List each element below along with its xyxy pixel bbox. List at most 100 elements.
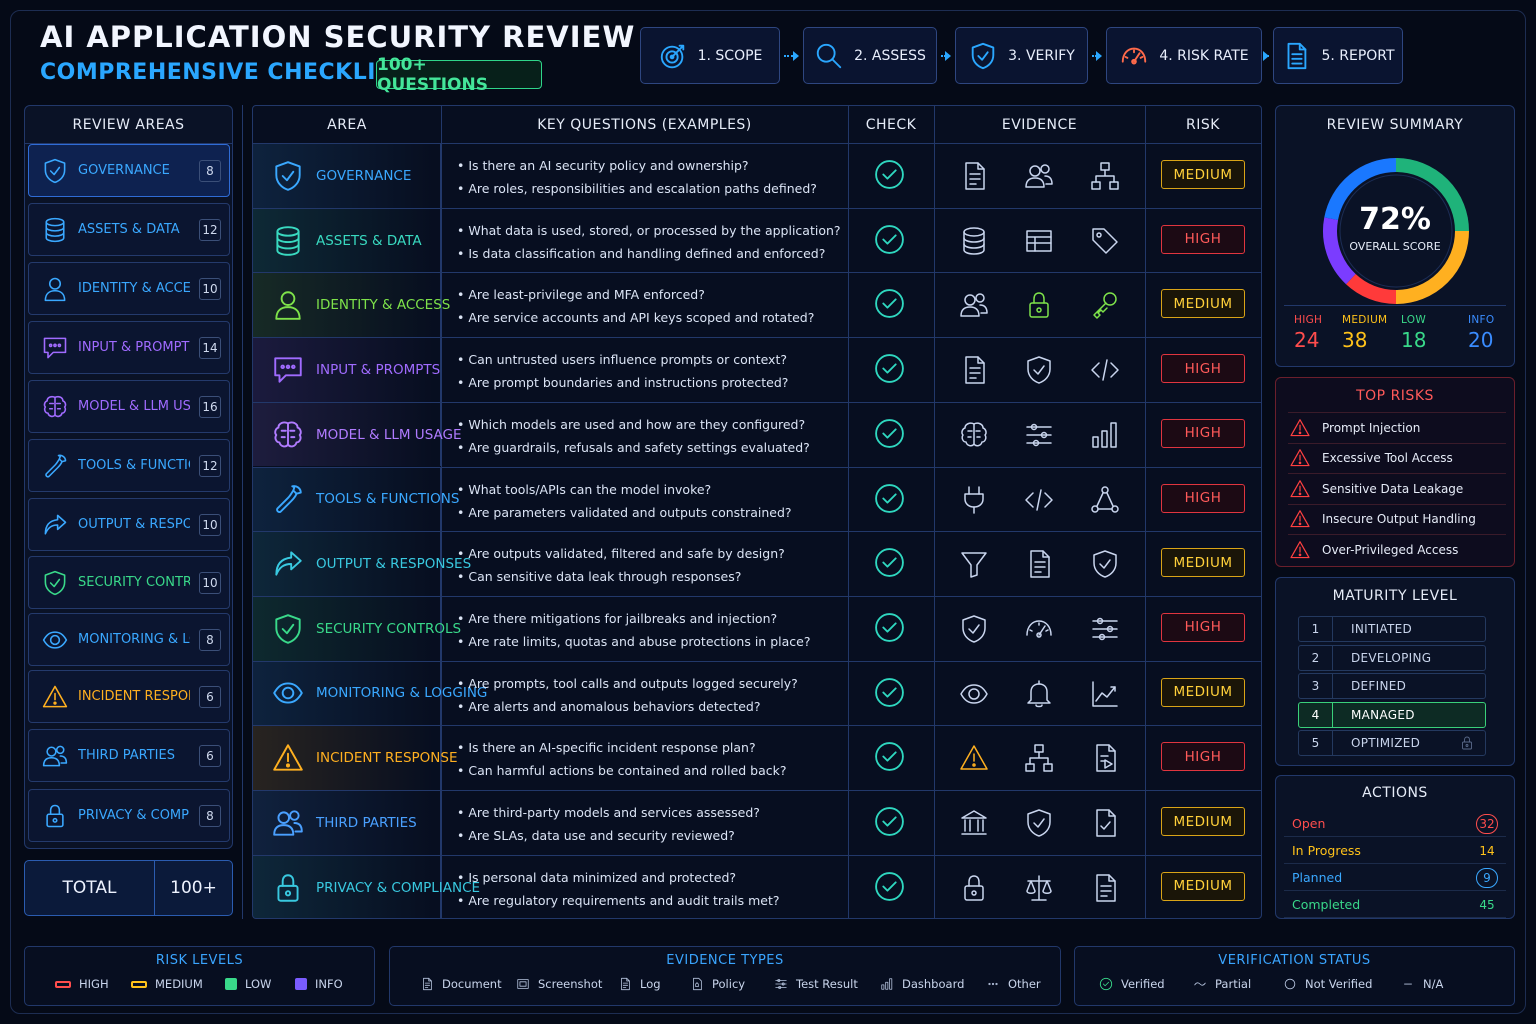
shield-check-icon — [1027, 356, 1051, 384]
action-row-in-progress[interactable]: In Progress 14 — [1284, 838, 1506, 864]
sidebar-item-tools-functions[interactable]: TOOLS & FUNCTIONS 12 — [28, 439, 230, 492]
top-risk-item[interactable]: Over-Privileged Access — [1288, 534, 1506, 564]
top-risk-item[interactable]: Sensitive Data Leakage — [1288, 473, 1506, 503]
check-toggle[interactable] — [873, 287, 906, 320]
sidebar-item-input-prompts[interactable]: INPUT & PROMPTS 14 — [28, 321, 230, 374]
maturity-level-5[interactable]: 5 OPTIMIZED — [1298, 730, 1486, 756]
check-toggle[interactable] — [873, 158, 906, 191]
step-3[interactable]: 3. VERIFY — [955, 27, 1088, 84]
check-toggle[interactable] — [873, 870, 906, 903]
top-risk-item[interactable]: Excessive Tool Access — [1288, 442, 1506, 473]
action-row-open[interactable]: Open 32 — [1284, 811, 1506, 837]
document-icon — [1030, 550, 1050, 578]
sidebar-item-incident-response[interactable]: INCIDENT RESPONSE 6 — [28, 670, 230, 723]
evidence-item[interactable] — [1023, 678, 1055, 710]
tag-icon — [1092, 227, 1118, 254]
check-toggle[interactable] — [873, 676, 906, 709]
table-row[interactable]: PRIVACY & COMPLIANCE • Is personal data m… — [253, 854, 1261, 918]
evidence-item[interactable] — [1089, 742, 1121, 774]
check-toggle[interactable] — [873, 546, 906, 579]
evidence-item[interactable] — [1023, 742, 1055, 774]
step-4[interactable]: 4. RISK RATE — [1106, 27, 1262, 84]
evidence-item[interactable] — [958, 742, 990, 774]
sidebar-item-security-controls[interactable]: SECURITY CONTROLS 10 — [28, 556, 230, 609]
table-row[interactable]: SECURITY CONTROLS • Are there mitigations… — [253, 595, 1261, 661]
action-row-planned[interactable]: Planned 9 — [1284, 865, 1506, 891]
check-toggle[interactable] — [873, 417, 906, 450]
evidence-item[interactable] — [1089, 419, 1121, 451]
evidence-item[interactable] — [958, 872, 990, 904]
evidence-item[interactable] — [1023, 160, 1055, 192]
evidence-item[interactable] — [1089, 872, 1121, 904]
table-row[interactable]: IDENTITY & ACCESS • Are least-privilege a… — [253, 272, 1261, 338]
evidence-item[interactable] — [1089, 807, 1121, 839]
table-row[interactable]: THIRD PARTIES • Are third-party models an… — [253, 790, 1261, 855]
table-row[interactable]: INCIDENT RESPONSE • Is there an AI-specif… — [253, 725, 1261, 790]
evidence-item[interactable] — [1023, 548, 1055, 580]
evidence-item[interactable] — [1089, 678, 1121, 710]
sidebar-item-assets-data[interactable]: ASSETS & DATA 12 — [28, 203, 230, 256]
check-toggle[interactable] — [873, 805, 906, 838]
risk-badge: HIGH — [1161, 418, 1245, 448]
table-row[interactable]: TOOLS & FUNCTIONS • What tools/APIs can t… — [253, 466, 1261, 532]
step-label: 3. VERIFY — [1008, 47, 1075, 64]
evidence-item[interactable] — [1023, 613, 1055, 645]
evidence-item[interactable] — [958, 354, 990, 386]
evidence-item[interactable] — [1023, 225, 1055, 257]
evidence-item[interactable] — [958, 160, 990, 192]
action-row-completed[interactable]: Completed 45 — [1284, 892, 1506, 918]
sidebar-item-model-llm-usage[interactable]: MODEL & LLM USAGE 16 — [28, 380, 230, 433]
sidebar-item-governance[interactable]: GOVERNANCE 8 — [28, 144, 230, 197]
table-row[interactable]: INPUT & PROMPTS • Can untrusted users inf… — [253, 337, 1261, 402]
evidence-item[interactable] — [958, 548, 990, 580]
evidence-item[interactable] — [1023, 484, 1055, 516]
table-row[interactable]: OUTPUT & RESPONSES • Are outputs validate… — [253, 531, 1261, 596]
document-check-icon — [1096, 809, 1116, 837]
maturity-level-3[interactable]: 3 DEFINED — [1298, 673, 1486, 699]
check-toggle[interactable] — [873, 352, 906, 385]
table-row[interactable]: ASSETS & DATA • What data is used, stored… — [253, 207, 1261, 273]
evidence-item[interactable] — [1089, 289, 1121, 321]
evidence-item[interactable] — [958, 613, 990, 645]
step-5[interactable]: 5. REPORT — [1273, 27, 1403, 84]
sidebar-item-privacy-compliance[interactable]: PRIVACY & COMPLIANCE 8 — [28, 789, 230, 842]
evidence-item[interactable] — [1089, 160, 1121, 192]
check-toggle[interactable] — [873, 740, 906, 773]
top-risk-item[interactable]: Insecure Output Handling — [1288, 503, 1506, 534]
evidence-item[interactable] — [958, 484, 990, 516]
step-arrow — [1263, 51, 1269, 61]
sidebar-item-third-parties[interactable]: THIRD PARTIES 6 — [28, 729, 230, 782]
evidence-item[interactable] — [1089, 225, 1121, 257]
evidence-item[interactable] — [1023, 807, 1055, 839]
evidence-item[interactable] — [958, 678, 990, 710]
table-row[interactable]: MODEL & LLM USAGE • Which models are used… — [253, 401, 1261, 467]
evidence-item[interactable] — [1089, 484, 1121, 516]
check-toggle[interactable] — [873, 611, 906, 644]
evidence-item[interactable] — [1023, 419, 1055, 451]
evidence-item[interactable] — [1023, 354, 1055, 386]
maturity-level-1[interactable]: 1 INITIATED — [1298, 616, 1486, 642]
maturity-level-4[interactable]: 4 MANAGED — [1298, 701, 1486, 728]
evidence-item[interactable] — [958, 807, 990, 839]
maturity-level-2[interactable]: 2 DEVELOPING — [1298, 644, 1486, 671]
sidebar-item-output-responses[interactable]: OUTPUT & RESPONSES 10 — [28, 498, 230, 551]
check-toggle[interactable] — [873, 482, 906, 515]
action-count: 45 — [1479, 897, 1495, 912]
evidence-item[interactable] — [1023, 289, 1055, 321]
top-risk-item[interactable]: Prompt Injection — [1288, 412, 1506, 442]
check-toggle[interactable] — [873, 223, 906, 256]
evidence-item[interactable] — [958, 225, 990, 257]
evidence-item[interactable] — [958, 419, 990, 451]
table-row[interactable]: GOVERNANCE • Is there an AI security poli… — [253, 143, 1261, 208]
table-row[interactable]: MONITORING & LOGGING • Are prompts, tool … — [253, 660, 1261, 726]
evidence-item[interactable] — [1023, 872, 1055, 904]
sidebar-item-monitoring-logging[interactable]: MONITORING & LOGGING 8 — [28, 613, 230, 666]
step-2[interactable]: 2. ASSESS — [803, 27, 937, 84]
evidence-item[interactable] — [958, 289, 990, 321]
evidence-item[interactable] — [1089, 548, 1121, 580]
check-circle-icon — [875, 160, 904, 189]
evidence-item[interactable] — [1089, 613, 1121, 645]
step-1[interactable]: 1. SCOPE — [640, 27, 780, 84]
evidence-item[interactable] — [1089, 354, 1121, 386]
sidebar-item-identity-access[interactable]: IDENTITY & ACCESS 10 — [28, 262, 230, 315]
